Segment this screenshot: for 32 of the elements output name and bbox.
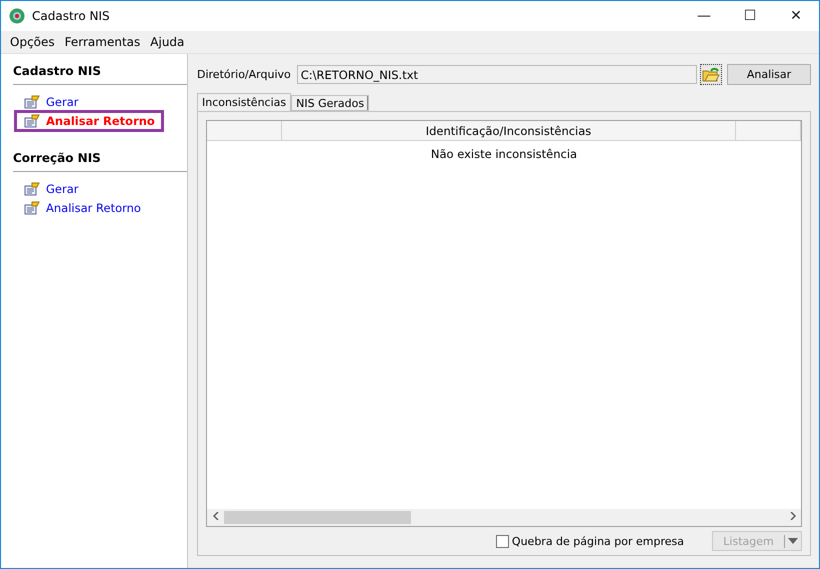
document-icon <box>24 95 40 109</box>
sidebar-link[interactable]: Analisar Retorno <box>17 200 147 216</box>
analyze-button[interactable]: Analisar <box>727 64 811 85</box>
empty-message: Não existe inconsistência <box>430 147 578 161</box>
section-title: Correção NIS <box>13 151 102 165</box>
menu-item[interactable]: Opções <box>5 35 60 49</box>
menu-item[interactable]: Ajuda <box>145 35 190 49</box>
document-icon <box>24 114 40 128</box>
scroll-left-icon[interactable] <box>212 512 218 520</box>
document-icon <box>24 201 40 215</box>
maximize-button[interactable]: ☐ <box>727 8 773 24</box>
sidebar-link[interactable]: Gerar <box>17 181 84 197</box>
menu-item[interactable]: Ferramentas <box>60 35 146 49</box>
tab[interactable]: NIS Gerados <box>291 95 370 111</box>
minimize-button[interactable]: — <box>681 8 727 24</box>
tab[interactable]: Inconsistências <box>197 93 292 111</box>
sidebar-link[interactable]: Gerar <box>17 94 84 110</box>
dropdown-caret-icon <box>785 537 801 545</box>
scroll-right-icon[interactable] <box>790 512 796 520</box>
window-title: Cadastro NIS <box>32 9 111 23</box>
horizontal-scrollbar[interactable] <box>207 509 801 526</box>
field-label: Diretório/Arquivo <box>197 68 291 81</box>
folder-icon <box>702 67 720 82</box>
globe-icon <box>9 8 25 24</box>
file-path-field[interactable]: C:\RETORNO_NIS.txt <box>296 65 697 84</box>
browse-button[interactable] <box>700 64 722 85</box>
checkbox[interactable] <box>496 534 509 548</box>
sidebar-link[interactable]: Analisar Retorno <box>17 113 161 129</box>
section-title: Cadastro NIS <box>13 64 102 78</box>
document-icon <box>24 182 40 196</box>
close-button[interactable]: ✕ <box>773 8 819 24</box>
checkbox-label[interactable]: Quebra de página por empresa <box>496 534 684 548</box>
